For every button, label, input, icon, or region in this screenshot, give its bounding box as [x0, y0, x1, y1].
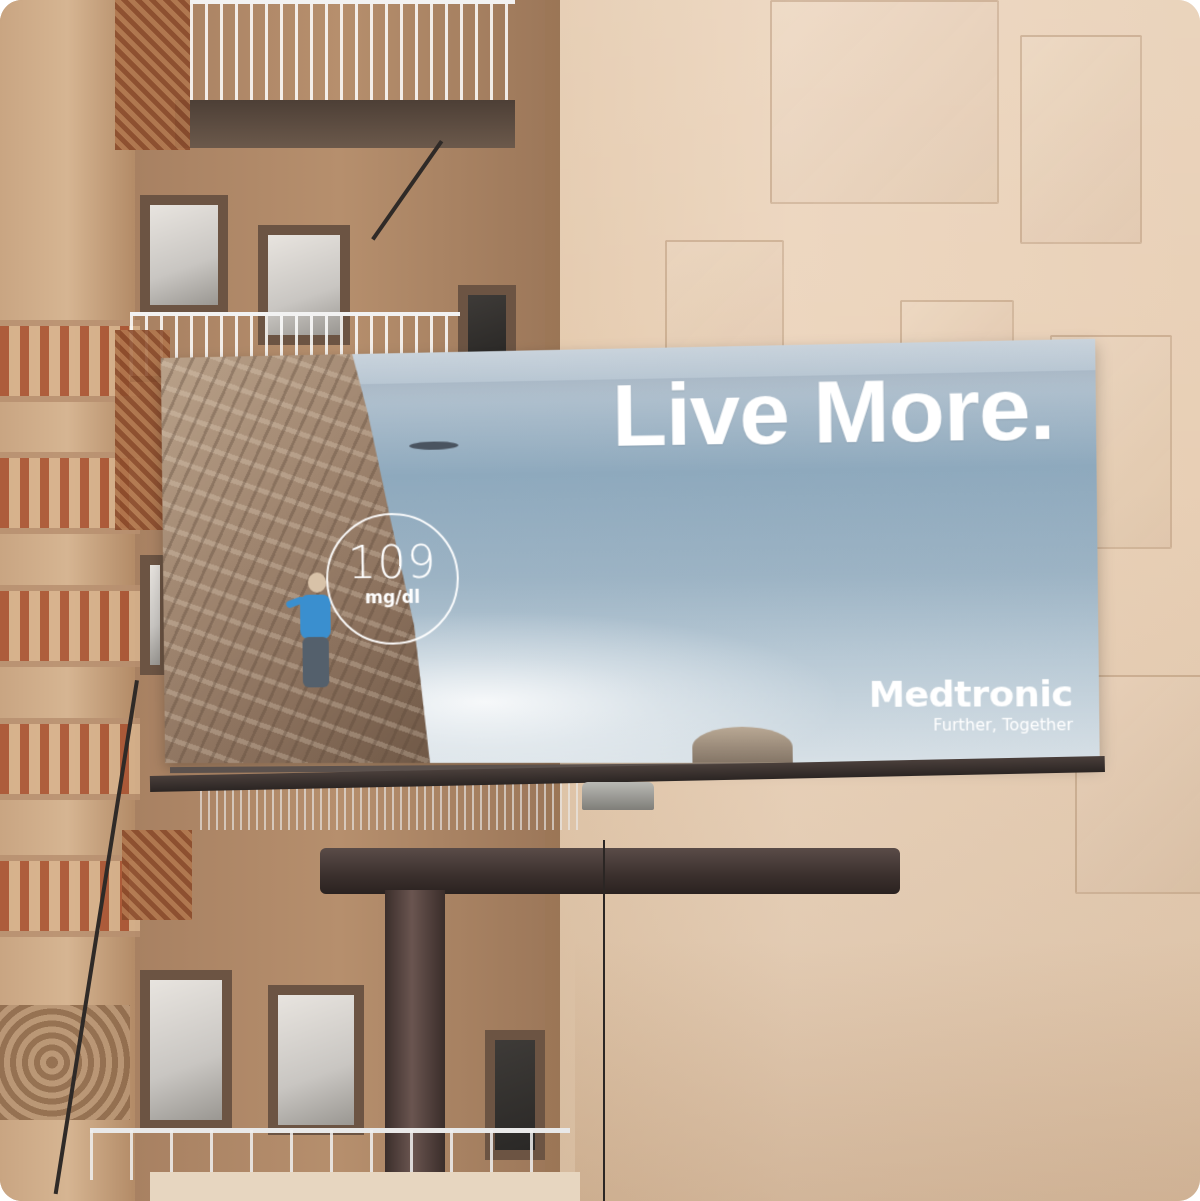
terracotta-ornament	[0, 585, 140, 667]
wall-panel	[770, 0, 999, 204]
billboard-light	[582, 782, 654, 810]
climber-helmet	[307, 572, 327, 593]
rusted-bracket	[122, 830, 192, 920]
billboard-headline: Live More.	[611, 358, 1055, 466]
brand-tagline: Further, Together	[933, 715, 1074, 735]
lower-ledge	[150, 1172, 580, 1201]
wall-weathering	[575, 940, 1200, 1201]
fire-escape-floor	[175, 100, 515, 148]
glucose-value: 109	[347, 536, 437, 590]
shore-rock	[692, 726, 793, 764]
terracotta-ornament	[0, 855, 140, 937]
glucose-reading-ring: 109 mg/dl	[325, 512, 460, 645]
stone-carving	[0, 1005, 130, 1120]
window	[268, 985, 364, 1135]
brand-logo: Medtronic Further, Together	[868, 673, 1074, 736]
wall-panel	[1020, 35, 1142, 244]
fire-escape-balcony	[190, 0, 515, 110]
climber-shirt	[299, 594, 331, 640]
rusted-bracket	[115, 0, 190, 150]
brand-name: Medtronic	[868, 673, 1074, 717]
billboard: 109 mg/dl Live More. Medtronic Further, …	[160, 338, 1100, 764]
climber-legs	[302, 636, 330, 688]
power-cable	[603, 840, 605, 1201]
glucose-unit: mg/dl	[364, 587, 421, 609]
support-beam	[320, 848, 900, 894]
window	[140, 970, 232, 1130]
photo-scene: 109 mg/dl Live More. Medtronic Further, …	[0, 0, 1200, 1201]
window	[140, 195, 228, 315]
